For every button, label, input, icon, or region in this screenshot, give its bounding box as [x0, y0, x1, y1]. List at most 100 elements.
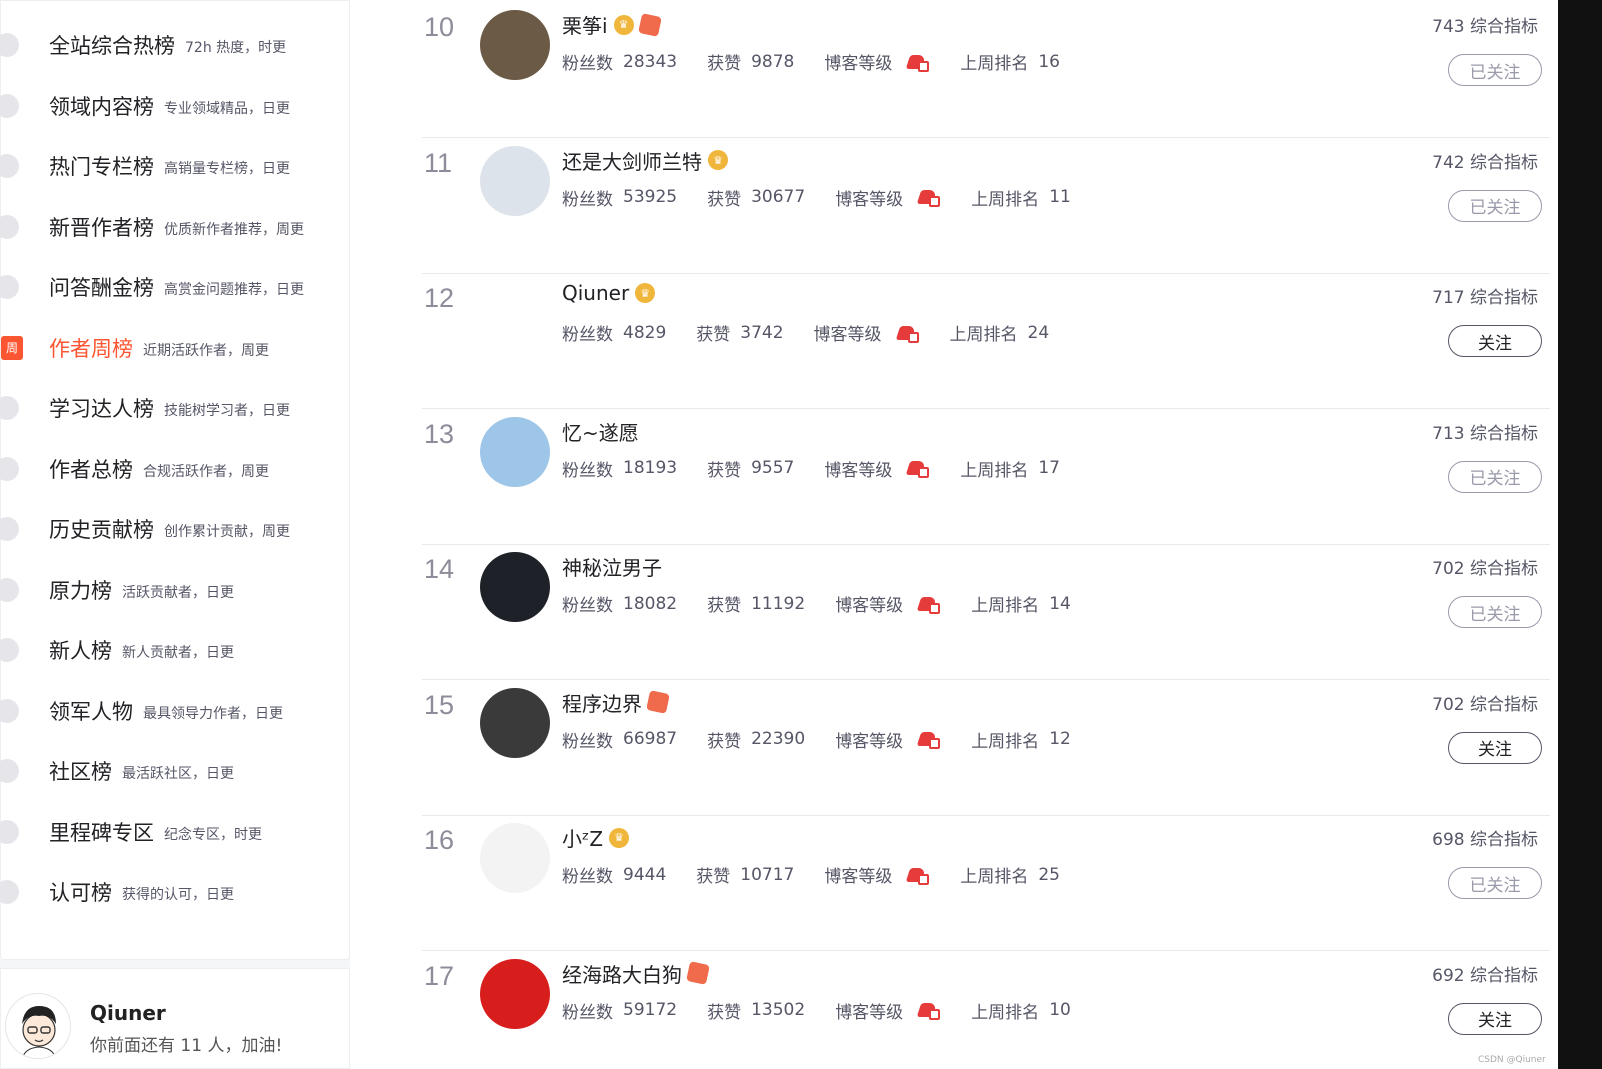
- sidebar-item-1[interactable]: 领域内容榜 专业领域精品，日更: [0, 81, 351, 131]
- follow-button[interactable]: 关注: [1448, 325, 1542, 357]
- sidebar-item-14[interactable]: 认可榜 获得的认可，日更: [0, 867, 351, 917]
- fans-count: 9444: [623, 864, 667, 885]
- sidebar-item-title: 领军人物: [49, 699, 133, 724]
- week-icon: 周: [1, 335, 23, 360]
- sidebar-item-label: 领域内容榜 专业领域精品，日更: [49, 91, 290, 121]
- sidebar-item-desc: 纪念专区，时更: [164, 826, 262, 843]
- likes-label: 获赞: [707, 731, 742, 752]
- sidebar-item-9[interactable]: 原力榜 活跃贡献者，日更: [0, 565, 351, 615]
- score-suffix: 综合指标: [1470, 17, 1538, 37]
- author-avatar[interactable]: [480, 281, 550, 351]
- likes-label: 获赞: [707, 1002, 742, 1023]
- fans-count: 66987: [623, 729, 678, 749]
- sidebar-item-label: 热门专栏榜 高销量专栏榜，日更: [49, 151, 290, 181]
- author-name[interactable]: 忆~遂愿: [562, 417, 639, 446]
- sidebar-item-0[interactable]: 全站综合热榜 72h 热度，时更: [0, 20, 351, 70]
- follow-button[interactable]: 已关注: [1448, 460, 1542, 493]
- sidebar-item-12[interactable]: 社区榜 最活跃社区，日更: [0, 746, 351, 796]
- author-avatar[interactable]: [480, 416, 550, 487]
- follow-button[interactable]: 已关注: [1448, 867, 1542, 899]
- approval-icon: [0, 880, 19, 904]
- blog-level-icon: [916, 595, 941, 614]
- sidebar-item-label: 历史贡献榜 创作累计贡献，周更: [49, 514, 290, 544]
- rank-number: 13: [424, 418, 455, 449]
- sidebar-item-13[interactable]: 里程碑专区 纪念专区，时更: [0, 807, 351, 857]
- follow-button[interactable]: 关注: [1448, 731, 1542, 764]
- follow-button[interactable]: 已关注: [1448, 596, 1542, 628]
- author-name-line[interactable]: 神秘泣男子: [562, 552, 662, 581]
- sidebar-item-desc: 优质新作者推荐，周更: [164, 221, 304, 238]
- author-avatar[interactable]: [480, 958, 550, 1029]
- author-name[interactable]: 神秘泣男子: [562, 552, 662, 581]
- ranking-row: 12 Qiuner ♛ 粉丝数 4829 获赞 3742 博客等级 上周排名 24 717 综合指标…: [422, 271, 1550, 409]
- score-value: 717: [1432, 288, 1465, 308]
- author-name[interactable]: 小ᶻZ: [562, 823, 603, 852]
- sidebar-item-label: 新人榜 新人贡献者，日更: [49, 635, 234, 665]
- last-week-label: 上周排名: [960, 54, 1029, 74]
- likes-count: 9557: [751, 458, 795, 478]
- sidebar-item-8[interactable]: 历史贡献榜 创作累计贡献，周更: [0, 504, 351, 554]
- sidebar-item-label: 领军人物 最具领导力作者，日更: [49, 696, 283, 726]
- rocket-icon: [0, 33, 19, 57]
- sidebar-item-desc: 72h 热度，时更: [185, 40, 287, 56]
- author-name-line[interactable]: 程序边界: [562, 688, 670, 717]
- last-week-label: 上周排名: [960, 460, 1029, 481]
- sidebar-item-7[interactable]: 作者总榜 合规活跃作者，周更: [0, 444, 351, 494]
- last-week-label: 上周排名: [971, 1002, 1040, 1023]
- sidebar-item-10[interactable]: 新人榜 新人贡献者，日更: [0, 625, 351, 675]
- author-avatar[interactable]: [480, 823, 550, 893]
- last-week-rank: 10: [1049, 1000, 1071, 1020]
- sidebar-item-desc: 近期活跃作者，周更: [143, 342, 269, 359]
- rank-number: 10: [424, 12, 455, 42]
- sidebar-item-3[interactable]: 新晋作者榜 优质新作者推荐，周更: [0, 202, 351, 252]
- follow-button[interactable]: 关注: [1448, 1002, 1542, 1035]
- score-value: 702: [1432, 694, 1465, 715]
- fans-count: 18082: [623, 593, 678, 614]
- follow-button[interactable]: 已关注: [1448, 54, 1542, 86]
- score-suffix: 综合指标: [1470, 965, 1538, 986]
- author-name-line[interactable]: Qiuner ♛: [562, 281, 656, 305]
- self-avatar[interactable]: [5, 993, 71, 1059]
- author-avatar[interactable]: [480, 145, 550, 216]
- level-label: 博客等级: [835, 731, 904, 752]
- likes-label: 获赞: [707, 596, 742, 616]
- author-stats: 粉丝数 18193 获赞 9557 博客等级 上周排名 17: [562, 456, 1090, 481]
- author-name[interactable]: 经海路大白狗: [562, 959, 682, 988]
- score-suffix: 综合指标: [1470, 423, 1538, 444]
- author-avatar[interactable]: [480, 687, 550, 758]
- sidebar-item-desc: 合规活跃作者，周更: [143, 463, 269, 480]
- author-name-line[interactable]: 还是大剑师兰特 ♛: [562, 146, 728, 175]
- sidebar-item-4[interactable]: 问答酬金榜 高赏金问题推荐，日更: [0, 262, 351, 312]
- author-stats: 粉丝数 9444 获赞 10717 博客等级 上周排名 25: [562, 862, 1090, 888]
- author-avatar[interactable]: [480, 552, 550, 622]
- sidebar-item-desc: 获得的认可，日更: [122, 887, 234, 903]
- fans-label: 粉丝数: [562, 460, 613, 481]
- crown-badge-icon: ♛: [708, 150, 728, 170]
- sidebar-item-title: 社区榜: [49, 760, 112, 784]
- author-stats: 粉丝数 18082 获赞 11192 博客等级 上周排名 14: [562, 591, 1101, 617]
- author-name[interactable]: Qiuner: [562, 281, 629, 305]
- author-name-line[interactable]: 忆~遂愿: [562, 417, 639, 446]
- author-name[interactable]: 还是大剑师兰特: [562, 146, 702, 175]
- author-name[interactable]: 栗筝i: [562, 10, 608, 39]
- level-label: 博客等级: [835, 1002, 904, 1023]
- score: 692 综合指标: [1432, 961, 1538, 986]
- level-label: 博客等级: [835, 189, 904, 210]
- author-name[interactable]: 程序边界: [562, 688, 642, 717]
- follow-button[interactable]: 已关注: [1448, 189, 1542, 222]
- author-name-line[interactable]: 经海路大白狗: [562, 959, 710, 988]
- sidebar-item-6[interactable]: 学习达人榜 技能树学习者，日更: [0, 383, 351, 433]
- fans-label: 粉丝数: [562, 1002, 613, 1023]
- avatar-cartoon-icon: [21, 1006, 57, 1058]
- sidebar-item-desc: 最活跃社区，日更: [122, 766, 234, 782]
- ranking-row: 14 神秘泣男子 粉丝数 18082 获赞 11192 博客等级 上周排名 14 702 综合指标…: [422, 542, 1550, 680]
- rank-number: 15: [424, 689, 455, 720]
- author-avatar[interactable]: [480, 10, 550, 80]
- rank-number: 11: [424, 147, 453, 178]
- sidebar-item-5[interactable]: 周 作者周榜 近期活跃作者，周更: [1, 323, 351, 373]
- sidebar-item-11[interactable]: 领军人物 最具领导力作者，日更: [0, 686, 351, 736]
- sidebar-item-2[interactable]: 热门专栏榜 高销量专栏榜，日更: [0, 141, 351, 191]
- author-name-line[interactable]: 栗筝i ♛: [562, 10, 662, 39]
- sidebar-item-title: 领域内容榜: [49, 94, 154, 119]
- author-name-line[interactable]: 小ᶻZ ♛: [562, 823, 630, 852]
